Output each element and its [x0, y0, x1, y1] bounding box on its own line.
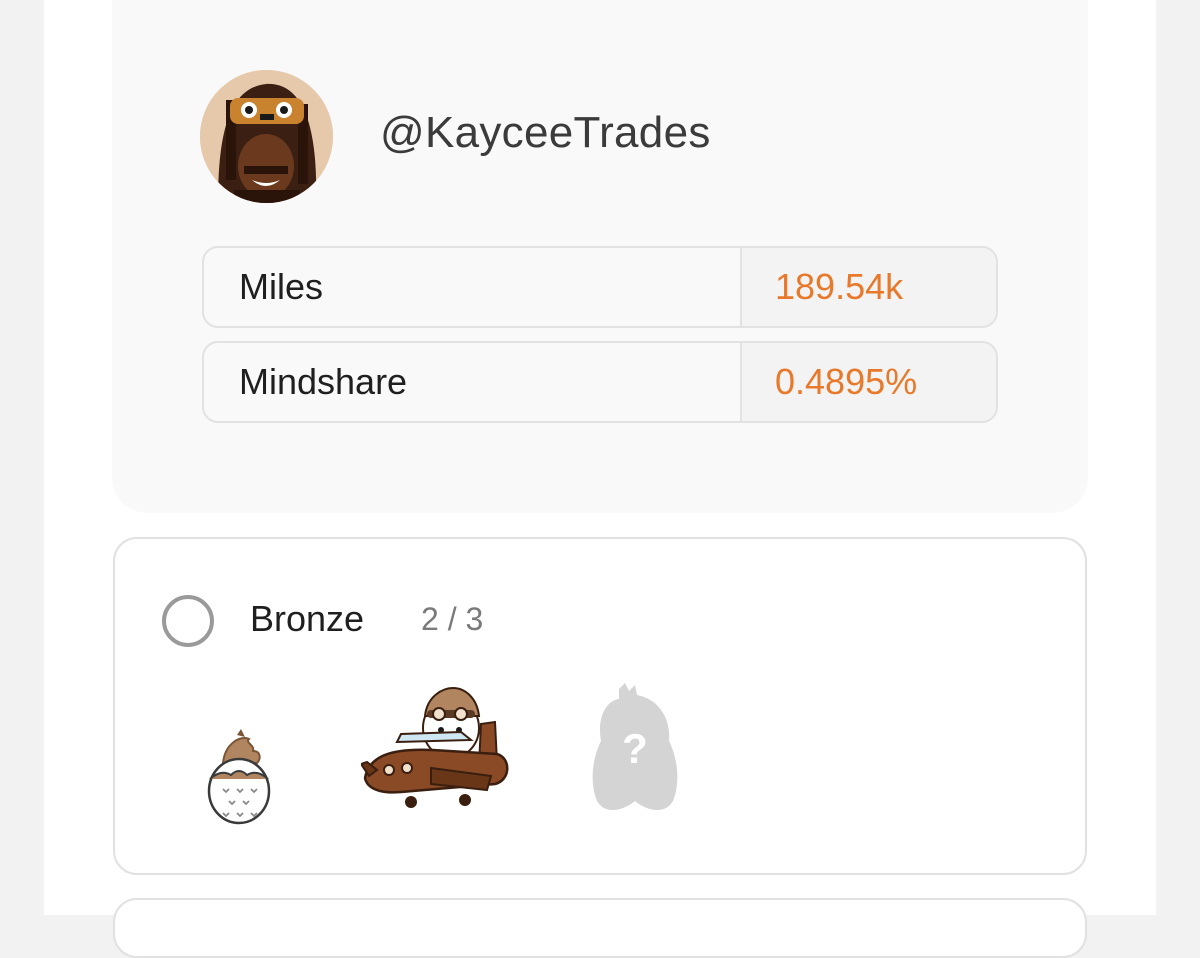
- stat-value: 0.4895%: [742, 343, 996, 421]
- tier-radio[interactable]: [162, 595, 214, 647]
- page: @KayceeTrades Miles 189.54k Mindshare 0.…: [44, 0, 1156, 958]
- pilot-owl-airplane-badge-icon[interactable]: [361, 684, 517, 814]
- stat-label: Mindshare: [204, 343, 742, 421]
- pixel-avatar-icon: [200, 70, 333, 203]
- tier-name: Bronze: [250, 598, 365, 639]
- stat-row-miles: Miles 189.54k: [202, 246, 998, 328]
- svg-text:?: ?: [622, 725, 648, 772]
- avatar[interactable]: [200, 70, 333, 203]
- locked-mystery-bird-badge-icon: ?: [589, 683, 681, 815]
- profile-card: @KayceeTrades Miles 189.54k Mindshare 0.…: [112, 0, 1088, 513]
- stat-row-mindshare: Mindshare 0.4895%: [202, 341, 998, 423]
- tier-card-bronze[interactable]: Bronze 2 / 3 ?: [113, 537, 1087, 875]
- next-tier-card[interactable]: [113, 898, 1087, 958]
- stat-value: 189.54k: [742, 248, 996, 326]
- username: @KayceeTrades: [380, 108, 711, 157]
- tier-progress: 2 / 3: [421, 601, 484, 637]
- egg-chick-badge-icon[interactable]: [201, 729, 277, 825]
- stat-label: Miles: [204, 248, 742, 326]
